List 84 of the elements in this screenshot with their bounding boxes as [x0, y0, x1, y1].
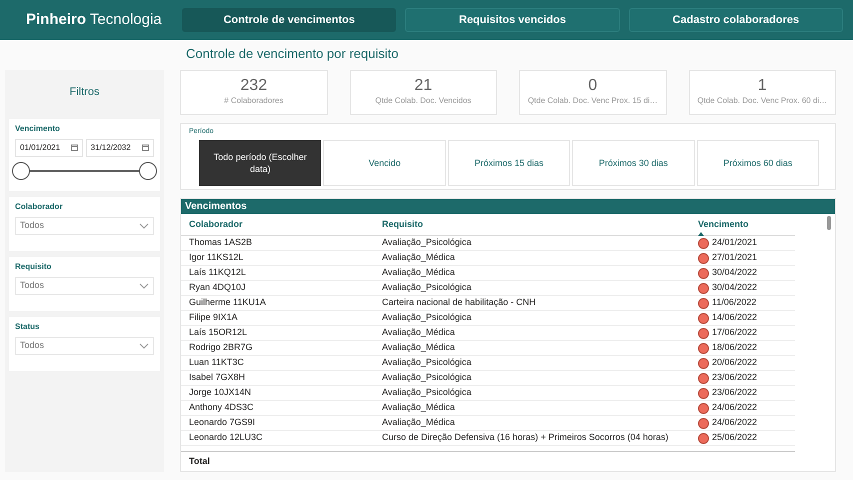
table-cell-text: Anthony 4DS3C [189, 401, 255, 414]
total-row: Total [181, 450, 795, 471]
table-cell-text: Rodrigo 2BR7G [189, 341, 254, 354]
table-title: Vencimentos [181, 199, 835, 214]
period-option[interactable]: Próximos 30 dias [572, 140, 695, 186]
table-cell-text: 18/06/2022 [712, 341, 758, 354]
table-cell-text: Avaliação_Médica [382, 251, 456, 264]
slider-handle[interactable] [139, 162, 157, 180]
table-cell-text: Thomas 1AS2B [189, 236, 254, 250]
filters-title: Filtros [68, 85, 100, 100]
table-cell-text: 25/06/2022 [712, 431, 758, 444]
calendar-icon [142, 144, 149, 151]
nav-tab[interactable]: Requisitos vencidos [405, 8, 620, 32]
table-cell-text: Guilherme 11KU1A [189, 296, 267, 310]
table-cell-text: 30/04/2022 [712, 281, 758, 294]
table-cell-text: Avaliação_Psicológica [382, 371, 472, 384]
table-cell-text: Filipe 9IX1A [189, 311, 239, 324]
table-cell-text: Avaliação_Psicológica [382, 356, 472, 370]
table-cell-text: Laís 11KQ12L [189, 266, 247, 280]
table-cell-text: Avaliação_Psicológica [382, 386, 472, 400]
period-option[interactable]: Todo período (Escolher data) [199, 140, 322, 186]
kpi-label: # Colaboradores [223, 95, 284, 107]
chevron-down-icon [139, 222, 149, 228]
table-cell-text: Isabel 7GX8H [189, 371, 246, 384]
table-cell-text: Avaliação_Psicológica [382, 236, 472, 250]
table-cell-text: Avaliação_Médica [382, 266, 456, 280]
calendar-icon [71, 144, 78, 151]
kpi-value: 1 [756, 77, 768, 95]
table-cell-text: Ryan 4DQ10J [189, 281, 247, 294]
column-header[interactable]: Colaborador [189, 219, 243, 229]
kpi-label: Qtde Colab. Doc. Venc Prox. 60 di… [696, 95, 828, 107]
period-option[interactable]: Próximos 60 dias [696, 140, 820, 186]
table-cell-text: Curso de Direção Defensiva (16 horas) + Primeiros Socorros (04 horas) [382, 431, 670, 444]
table-cell-text: 23/06/2022 [712, 386, 758, 400]
chevron-down-icon [139, 342, 149, 348]
slider-handle[interactable] [12, 162, 30, 180]
table-cell-text: 24/01/2021 [712, 236, 758, 250]
page-title: Controle de vencimento por requisito [186, 45, 400, 63]
kpi-value: 21 [413, 77, 434, 95]
table-cell-text: Leonardo 12LU3C [189, 431, 264, 444]
column-header[interactable]: Requisito [382, 219, 424, 229]
kpi-value: 0 [587, 77, 598, 95]
scrollbar[interactable] [827, 216, 831, 230]
nav-tab[interactable]: Cadastro colaboradores [628, 8, 843, 32]
kpi-value: 232 [239, 77, 268, 95]
brand-logo: Pinheiro Tecnologia [26, 10, 163, 30]
kpi-label: Qtde Colab. Doc. Vencidos [374, 95, 472, 107]
table-cell-text: Luan 11KT3C [189, 356, 245, 370]
filter-label: Colaborador [15, 200, 64, 212]
date-field[interactable]: 01/01/2021 [15, 138, 84, 156]
table-cell-text: 24/06/2022 [712, 401, 758, 414]
dropdown[interactable]: Todos [15, 336, 154, 354]
table-cell-text: Avaliação_Médica [382, 401, 456, 414]
table-cell-text: Leonardo 7GS9I [189, 416, 256, 430]
sort-icon[interactable] [698, 232, 704, 236]
table-cell-text: 14/06/2022 [712, 311, 758, 324]
table-cell-text: 30/04/2022 [712, 266, 758, 280]
filter-label: Status [15, 320, 40, 332]
filter-label: Requisito [15, 260, 52, 272]
nav-tab[interactable]: Controle de vencimentos [182, 8, 396, 32]
dropdown[interactable]: Todos [15, 276, 154, 294]
table-cell-text: Avaliação_Médica [382, 341, 456, 354]
chevron-down-icon [139, 282, 149, 288]
table-cell-text: Carteira nacional de habilitação - CNH [382, 296, 537, 310]
table-cell-text: 23/06/2022 [712, 371, 758, 384]
table-cell-text: 24/06/2022 [712, 416, 758, 430]
period-option[interactable]: Vencido [323, 140, 446, 186]
table-cell-text: Igor 11KS12L [189, 251, 244, 264]
table-cell-text: 27/01/2021 [712, 251, 758, 264]
table-cell-text: Avaliação_Médica [382, 326, 456, 340]
kpi-label: Qtde Colab. Doc. Venc Prox. 15 di… [526, 95, 659, 107]
filter-label: Vencimento [15, 122, 61, 134]
table-cell-text: Avaliação_Psicológica [382, 311, 472, 324]
period-option[interactable]: Próximos 15 dias [448, 140, 570, 186]
dropdown[interactable]: Todos [15, 216, 154, 234]
date-field[interactable]: 31/12/2032 [86, 138, 154, 156]
table-cell-text: Jorge 10JX14N [189, 386, 252, 400]
column-header[interactable]: Vencimento [698, 218, 749, 232]
table-cell-text: 17/06/2022 [712, 326, 758, 340]
table-cell-text: Avaliação_Psicológica [382, 281, 472, 294]
table-cell-text: Avaliação_Médica [382, 416, 456, 430]
table-cell-text: Laís 15OR12L [189, 326, 248, 340]
table-cell-text: 20/06/2022 [712, 356, 758, 370]
table-cell-text: 11/06/2022 [712, 296, 756, 310]
